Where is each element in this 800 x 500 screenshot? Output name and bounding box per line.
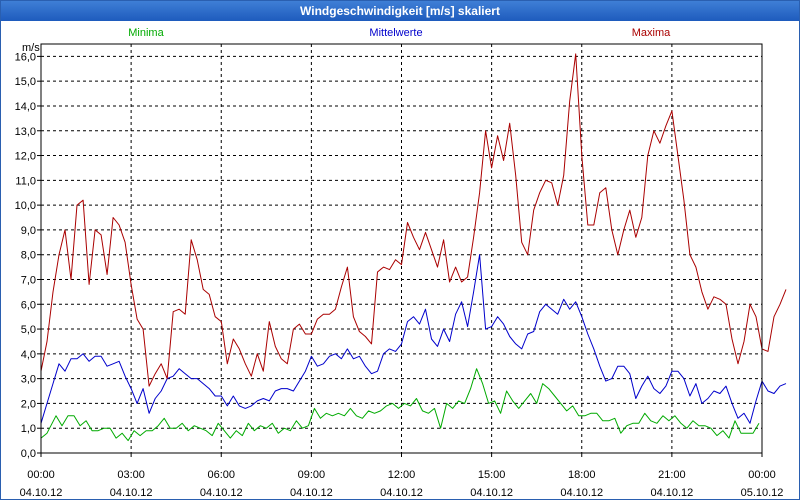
x-tick-labels: 00:00 04.10.12 03:00 04.10.12 06:00 04.10.12 0… <box>20 469 784 499</box>
y-tick-label: 9,0 <box>21 225 36 237</box>
x-tick-time: 21:00 <box>658 469 686 481</box>
series-layer <box>40 53 787 442</box>
y-tick-label: 10,0 <box>15 200 36 212</box>
series-mittelwerte-line <box>40 254 787 424</box>
chart-window: Windgeschwindigkeit [m/s] skaliert Minim… <box>0 0 800 500</box>
x-tick-time: 09:00 <box>298 469 326 481</box>
window-title: Windgeschwindigkeit [m/s] skaliert <box>1 1 799 21</box>
x-tick-time: 15:00 <box>478 469 506 481</box>
y-tick-label: 2,0 <box>21 398 36 410</box>
y-tick-label: 7,0 <box>21 274 36 286</box>
x-tick-date: 04.10.12 <box>560 487 603 499</box>
x-tick-time: 18:00 <box>568 469 596 481</box>
x-tick-date: 04.10.12 <box>200 487 243 499</box>
y-tick-label: 15,0 <box>15 76 36 88</box>
x-tick-date: 04.10.12 <box>110 487 153 499</box>
x-tick-date: 04.10.12 <box>20 487 63 499</box>
y-tick-label: 12,0 <box>15 151 36 163</box>
x-tick-time: 12:00 <box>388 469 416 481</box>
y-tick-label: 1,0 <box>21 423 36 435</box>
y-tick-label: 6,0 <box>21 299 36 311</box>
x-tick-date: 05.10.12 <box>741 487 784 499</box>
y-tick-labels: 0,0 1,0 2,0 3,0 4,0 5,0 6,0 7,0 8,0 9,0 10,0 11,0 12… <box>15 51 36 460</box>
y-tick-label: 8,0 <box>21 250 36 262</box>
x-tick-time: 00:00 <box>27 469 55 481</box>
x-tick-time: 03:00 <box>117 469 145 481</box>
series-maxima-line <box>40 53 787 387</box>
y-tick-label: 4,0 <box>21 349 36 361</box>
x-tick-date: 04.10.12 <box>380 487 423 499</box>
y-tick-label: 0,0 <box>21 448 36 460</box>
x-tick-time: 00:00 <box>748 469 776 481</box>
legend-mittelwerte: Mittelwerte <box>369 27 422 39</box>
legend-minima: Minima <box>128 27 164 39</box>
x-tick-date: 04.10.12 <box>650 487 693 499</box>
x-tick-time: 06:00 <box>207 469 235 481</box>
y-tick-label: 3,0 <box>21 374 36 386</box>
y-tick-label: 13,0 <box>15 126 36 138</box>
y-tick-label: 11,0 <box>15 175 36 187</box>
x-tick-date: 04.10.12 <box>290 487 333 499</box>
wind-speed-chart: Minima Mittelwerte Maxima m/s 0,01,02,03… <box>15 27 787 499</box>
y-tick-label: 5,0 <box>21 324 36 336</box>
grid-lines <box>41 44 762 453</box>
x-tick-date: 04.10.12 <box>470 487 513 499</box>
y-tick-label: 16,0 <box>15 51 36 63</box>
y-tick-label: 14,0 <box>15 101 36 113</box>
legend-maxima: Maxima <box>632 27 671 39</box>
